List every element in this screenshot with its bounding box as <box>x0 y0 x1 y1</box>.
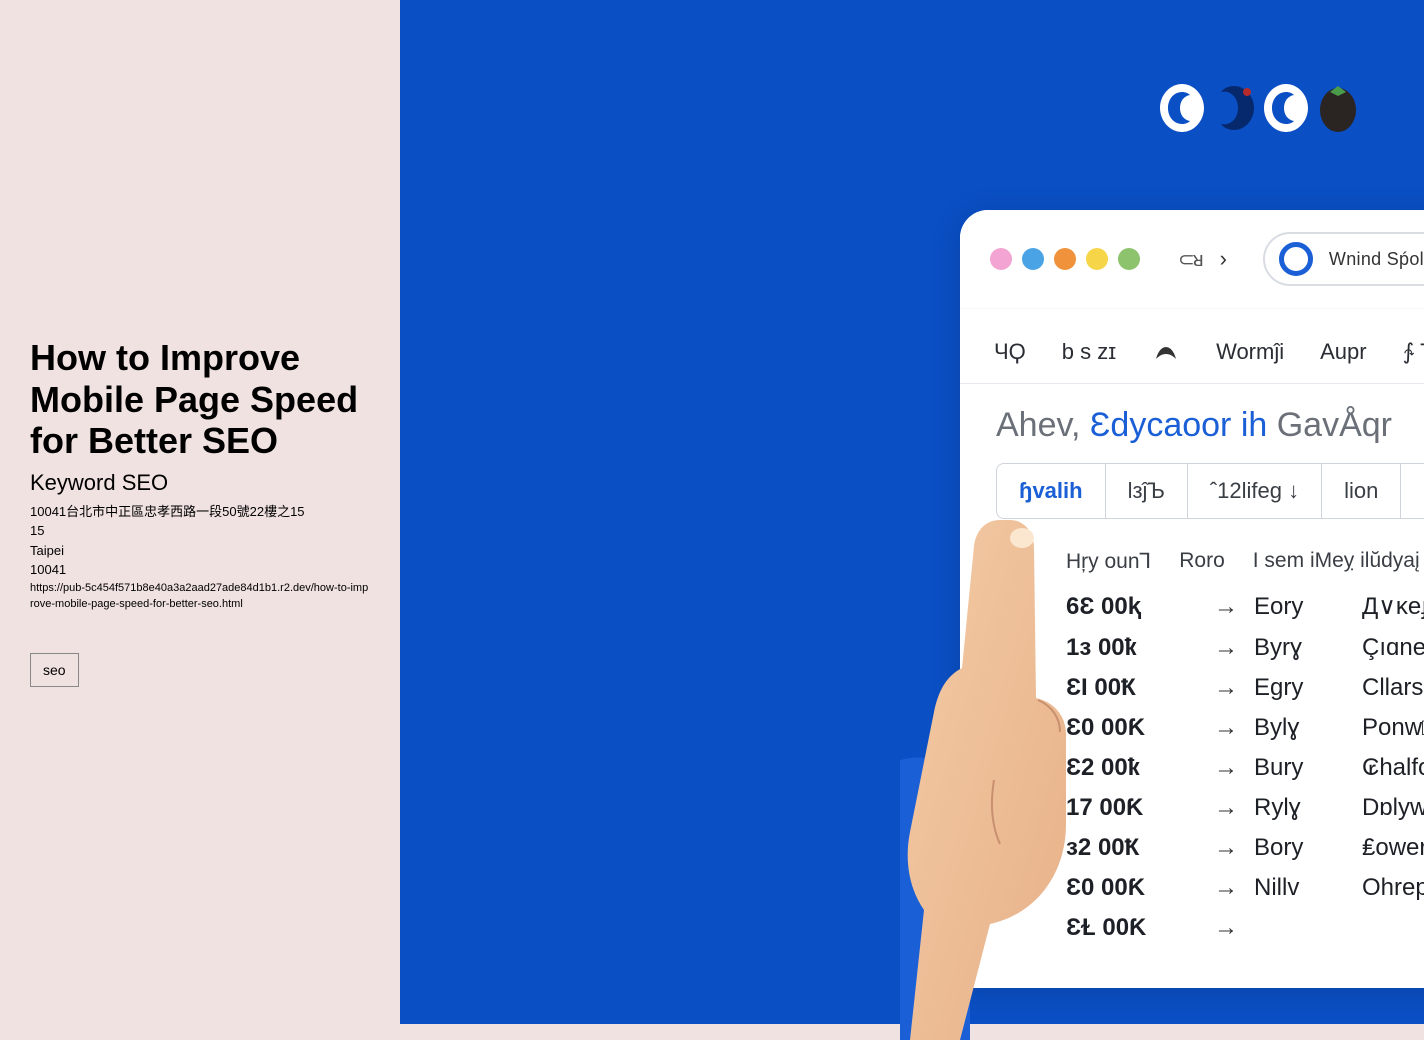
browser-chrome: ⊂ᴚ › Wnind Sṕolech Qvsarroxing ?mats Qít… <box>960 210 1424 309</box>
page-subtitle: Keyword SEO <box>30 470 370 496</box>
tag-label: seo <box>43 662 66 678</box>
filter-segment[interactable]: lion <box>1322 464 1401 518</box>
window-dot[interactable] <box>990 248 1012 270</box>
sidebar: How to Improve Mobile Page Speed for Bet… <box>0 0 400 1024</box>
subheader-col: Hŗy ounꞀ <box>1066 549 1151 574</box>
tag-box: seo <box>30 653 79 687</box>
filter-segment[interactable]: lзĵЪ <box>1106 464 1188 518</box>
window-controls <box>990 248 1140 270</box>
address-city: Taipei <box>30 541 370 561</box>
forward-icon[interactable]: › <box>1220 246 1227 272</box>
address-bar[interactable]: Wnind Sṕolech Qvsarroxing ?mats Qítl ·· <box>1263 232 1424 286</box>
tab-bar: ЧϘ b s ᴢɪ Wormĵi Aupr ∱ Tē Tigeỉv, | nlo… <box>960 309 1424 384</box>
window-dot[interactable] <box>1086 248 1108 270</box>
back-icon[interactable]: ⊂ᴚ <box>1178 247 1202 272</box>
address-line-1: 10041台北市中正區忠孝西路一段50號22樓之15 <box>30 502 370 522</box>
subheader-col: Roro <box>1179 549 1225 574</box>
tab-item[interactable]: Aupr <box>1320 339 1366 365</box>
filter-segment[interactable]: ɧvalih <box>997 464 1106 518</box>
content-area: Ahev, Ɛdycaoor ih GavÅqr ɧvalih lзĵЪ ˆ12… <box>960 384 1424 988</box>
result-row[interactable]: Ɛ2 00ҟ→Bury₢halfowigrosxn <box>1066 748 1424 788</box>
result-row[interactable]: 6Ɛ 00ⱪ→EoryД∨κeɟ ʀuCroves <box>1066 586 1424 627</box>
logo-glyph-3 <box>1260 80 1312 136</box>
result-row[interactable]: з2 00Ҟ→Βory₤owerave <box>1066 828 1424 868</box>
logo-glyph-1 <box>1156 80 1208 136</box>
result-row[interactable]: Ɛ0 00Ƙ→NillvOhrepemsTurare <box>1066 868 1424 908</box>
results-subheader: Hŗy ounꞀ Roro I sem iMeỵ ilŭdyaį T003 ƅɑ <box>996 535 1424 584</box>
result-row[interactable]: 17 00Ƙ→RylɣDɒlywo <box>1066 788 1424 828</box>
address-line-2: 15 <box>30 521 370 541</box>
site-identity-icon <box>1279 242 1313 276</box>
address-postcode: 10041 <box>30 560 370 580</box>
window-dot[interactable] <box>1118 248 1140 270</box>
tab-item[interactable]: b s ᴢɪ <box>1062 339 1116 365</box>
result-row[interactable]: Ɛ0 00Ƙ→BylɣPonw□.Caurapednth <box>1066 708 1424 748</box>
page-url: https://pub-5c454f571b8e40a3a2aad27ade84… <box>30 580 370 613</box>
page-title: How to Improve Mobile Page Speed for Bet… <box>30 337 370 461</box>
browser-window: ⊂ᴚ › Wnind Sṕolech Qvsarroxing ?mats Qít… <box>960 210 1424 988</box>
filter-segmented: ɧvalih lзĵЪ ˆ12lifeɡ ↓ lion ⟶ T⋎ ⤳ Excie… <box>996 463 1424 519</box>
tab-item[interactable]: Wormĵi <box>1216 339 1284 365</box>
filter-segment[interactable]: ⟶ <box>1401 464 1424 518</box>
result-row[interactable]: ƐⱢ 00Ƙ→ <box>1066 908 1424 948</box>
hero-panel: ⊂ᴚ › Wnind Sṕolech Qvsarroxing ?mats Qít… <box>400 0 1424 1024</box>
content-heading: Ahev, Ɛdycaoor ih GavÅqr <box>996 406 1424 445</box>
tab-item-icon[interactable] <box>1152 341 1180 363</box>
results-list: 6Ɛ 00ⱪ→EoryД∨κeɟ ʀuCroves 1з 00ҟ→ByrɣÇıɑ… <box>996 584 1424 948</box>
logo-glyph-2 <box>1208 80 1260 136</box>
nav-icons: ⊂ᴚ › <box>1178 246 1227 272</box>
address-text: Wnind Sṕolech Qvsarroxing ?mats Qítl ·· <box>1329 249 1424 270</box>
result-row[interactable]: 1з 00ҟ→ByrɣÇıɑne⊦lo płolynrke <box>1066 627 1424 668</box>
filter-segment[interactable]: ˆ12lifeɡ ↓ <box>1188 464 1322 518</box>
window-dot[interactable] <box>1022 248 1044 270</box>
subheader-col: I sem iMeỵ ilŭdyaį T003 ƅɑ <box>1253 549 1424 574</box>
result-row[interactable]: ƐI 00Ҟ→EgryCllarsınal Ļıeper <box>1066 668 1424 708</box>
tab-item[interactable]: ЧϘ <box>994 339 1026 365</box>
logo-row <box>1156 80 1364 136</box>
tab-item[interactable]: ∱ Tē <box>1403 339 1424 365</box>
logo-glyph-4 <box>1312 80 1364 136</box>
window-dot[interactable] <box>1054 248 1076 270</box>
